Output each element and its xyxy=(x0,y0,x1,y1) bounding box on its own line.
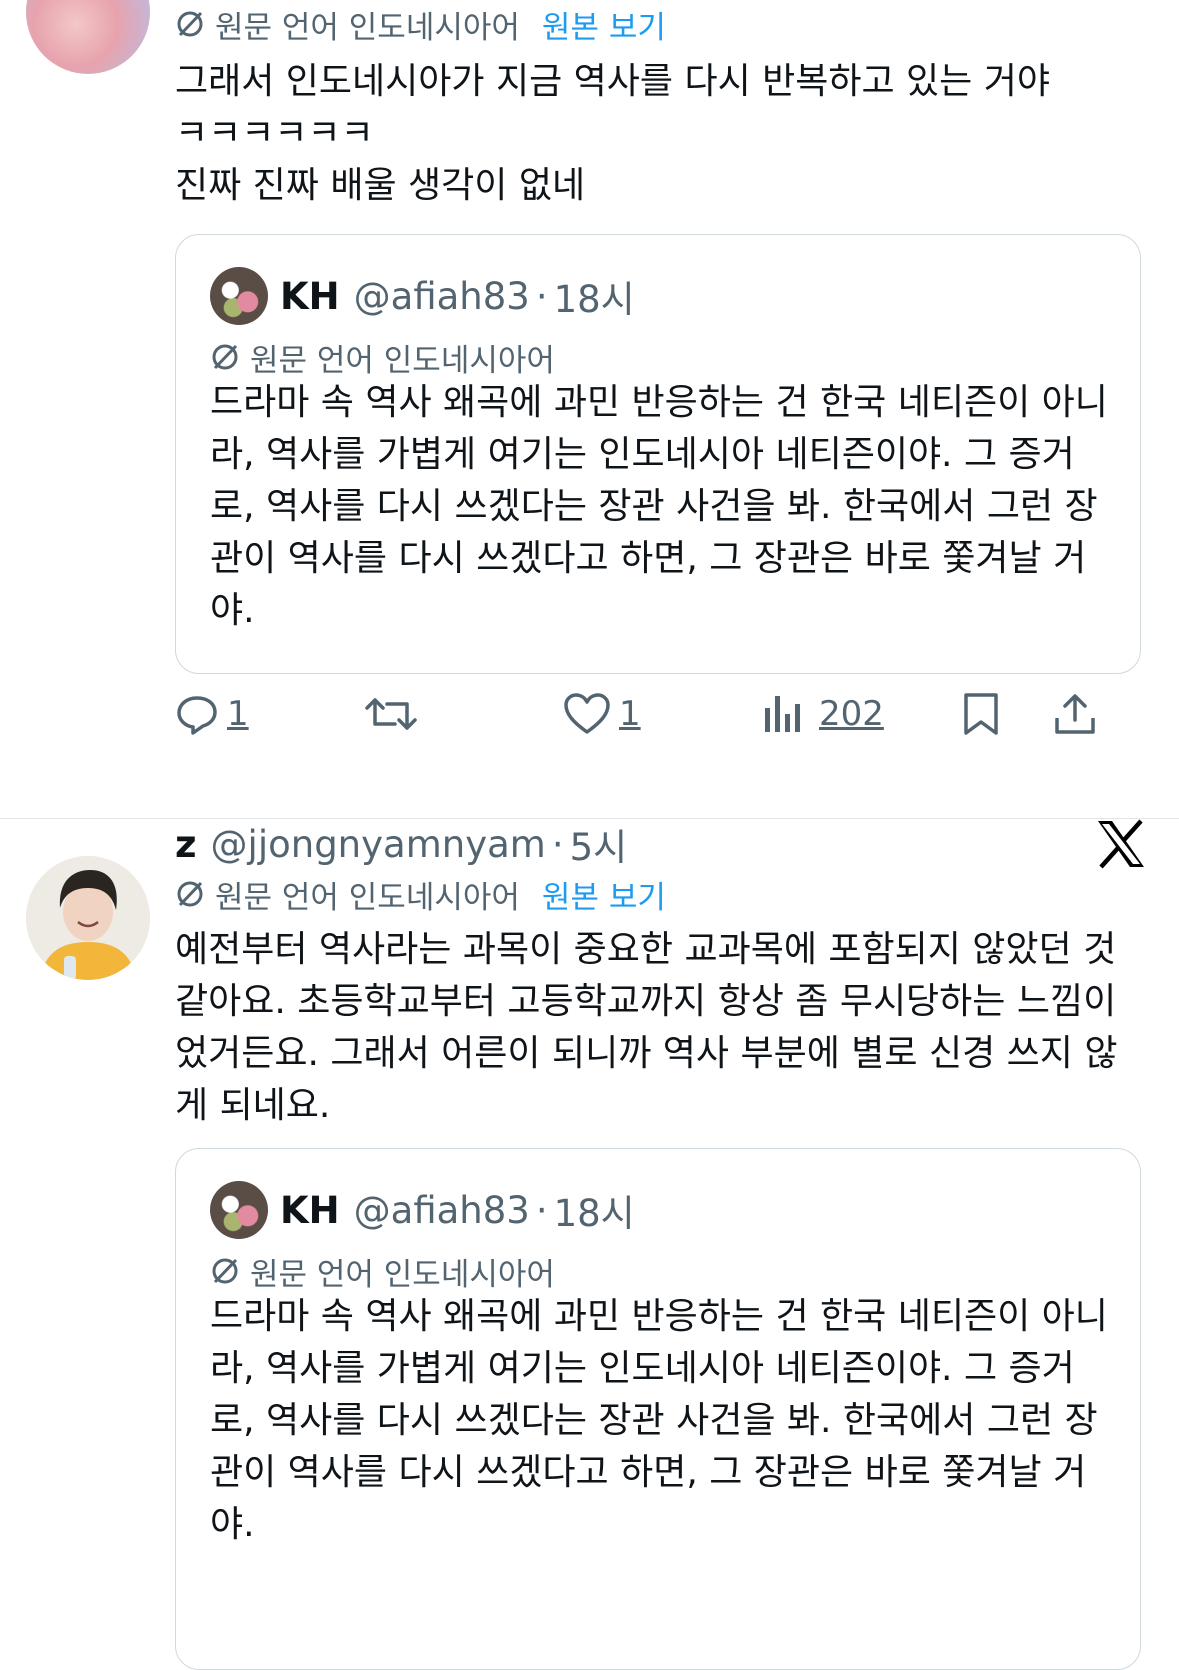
translation-note-text: 원문 언어 인도네시아어 xyxy=(215,879,520,916)
quoted-translation-note: 원문 언어 인도네시아어 xyxy=(210,335,555,379)
quoted-tweet-text: 드라마 속 역사 왜곡에 과민 반응하는 건 한국 네티즌이 아니라, 역사를 … xyxy=(210,382,1108,631)
share-button[interactable] xyxy=(1053,692,1097,736)
quoted-translation-note-text: 원문 언어 인도네시아어 xyxy=(250,1256,555,1293)
timestamp[interactable]: 5시 xyxy=(570,817,628,871)
translate-icon xyxy=(212,344,238,370)
translate-icon xyxy=(177,11,203,37)
tweet[interactable]: 원문 언어 인도네시아어 원본 보기 그래서 인도네시아가 지금 역사를 다시 … xyxy=(0,0,1179,818)
quoted-avatar xyxy=(210,267,268,325)
retweet-button[interactable] xyxy=(365,692,417,736)
tweet-text: 예전부터 역사라는 과목이 중요한 교과목에 포함되지 않았던 것 같아요. 초… xyxy=(175,929,1118,1126)
tweet[interactable]: z @jjongnyamnyam · 5시 원문 언어 인도네시아어 원본 보기… xyxy=(0,818,1179,1670)
quoted-handle: @afiah83 xyxy=(353,1188,530,1232)
views-button[interactable]: 202 xyxy=(763,692,884,736)
display-name[interactable]: z xyxy=(175,823,197,866)
quoted-translation-note: 원문 언어 인도네시아어 xyxy=(210,1249,555,1293)
reply-icon xyxy=(177,696,217,735)
share-icon xyxy=(1055,694,1095,734)
avatar-image xyxy=(26,856,150,980)
translation-note: 원문 언어 인도네시아어 원본 보기 xyxy=(175,2,1149,46)
translate-icon xyxy=(212,1258,238,1284)
like-count: 1 xyxy=(619,694,641,734)
quoted-display-name: KH xyxy=(280,1188,340,1232)
reply-button[interactable]: 1 xyxy=(175,692,249,736)
separator-dot: · xyxy=(535,274,548,318)
reply-count: 1 xyxy=(227,694,249,734)
quoted-timestamp: 18시 xyxy=(553,1192,635,1235)
bookmark-button[interactable] xyxy=(961,692,1001,736)
tweet-text-line: 그래서 인도네시아가 지금 역사를 다시 반복하고 있는 거야 xyxy=(175,61,1050,102)
translate-icon xyxy=(177,881,203,907)
avatar[interactable] xyxy=(26,856,150,980)
quoted-avatar xyxy=(210,1181,268,1239)
bookmark-icon xyxy=(964,693,998,735)
tweet-text: 그래서 인도네시아가 지금 역사를 다시 반복하고 있는 거야 ㅋㅋㅋㅋㅋㅋ 진… xyxy=(175,56,1149,212)
translation-note: 원문 언어 인도네시아어 원본 보기 xyxy=(175,872,1149,916)
views-icon xyxy=(765,696,800,732)
action-bar: 1 1 202 xyxy=(175,692,1139,752)
retweet-icon xyxy=(365,698,417,730)
show-original-link[interactable]: 원본 보기 xyxy=(542,2,666,47)
like-icon xyxy=(564,693,610,734)
avatar[interactable] xyxy=(26,0,150,74)
quoted-tweet[interactable]: KH @afiah83 · 18시 원문 언어 인도네시아어 드라마 속 역사 … xyxy=(175,1148,1141,1670)
quoted-translation-note-text: 원문 언어 인도네시아어 xyxy=(250,342,555,379)
separator-dot: · xyxy=(551,822,564,866)
tweet-text-line: 진짜 진짜 배울 생각이 없네 xyxy=(175,165,586,206)
quoted-timestamp: 18시 xyxy=(553,278,635,321)
quoted-display-name: KH xyxy=(280,274,340,318)
x-logo-icon[interactable] xyxy=(1095,818,1147,874)
user-handle[interactable]: @jjongnyamnyam xyxy=(211,823,546,866)
separator-dot: · xyxy=(535,1188,548,1232)
show-original-link[interactable]: 원본 보기 xyxy=(542,872,666,917)
quoted-tweet[interactable]: KH @afiah83 · 18시 원문 언어 인도네시아어 드라마 속 역사 … xyxy=(175,234,1141,674)
view-count: 202 xyxy=(819,694,884,734)
quoted-tweet-header: KH @afiah83 · 18시 xyxy=(210,1181,635,1239)
quoted-tweet-text: 드라마 속 역사 왜곡에 과민 반응하는 건 한국 네티즌이 아니라, 역사를 … xyxy=(210,1296,1108,1545)
tweet-header: z @jjongnyamnyam · 5시 xyxy=(175,818,1149,870)
quoted-handle: @afiah83 xyxy=(353,274,530,318)
tweet-text-line: ㅋㅋㅋㅋㅋㅋ xyxy=(175,113,374,154)
translation-note-text: 원문 언어 인도네시아어 xyxy=(215,9,520,46)
like-button[interactable]: 1 xyxy=(563,692,641,736)
quoted-tweet-header: KH @afiah83 · 18시 xyxy=(210,267,635,325)
